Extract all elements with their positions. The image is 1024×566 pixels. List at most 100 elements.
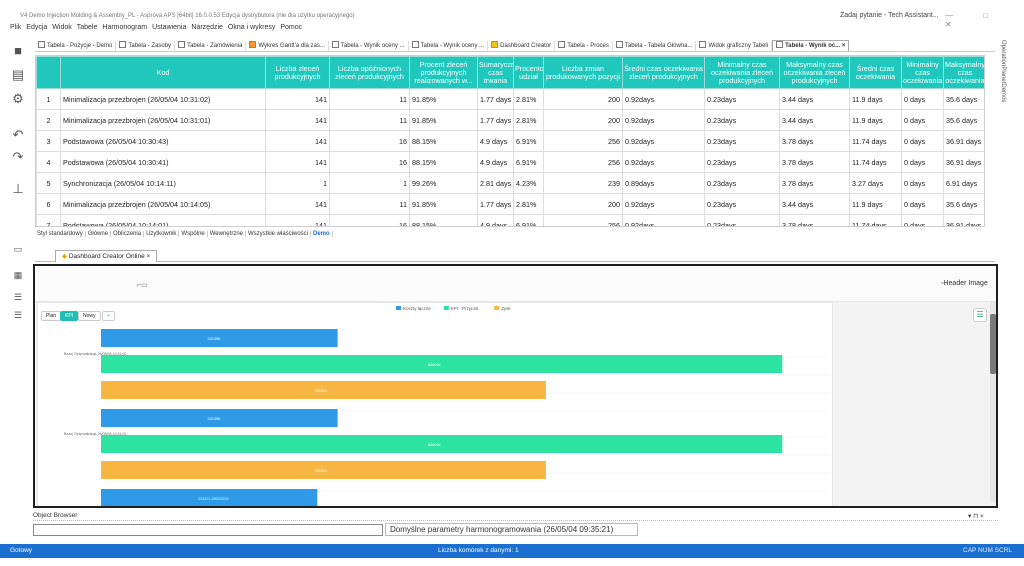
- table-cell[interactable]: 3.44 days: [779, 109, 850, 131]
- table-cell[interactable]: 3: [36, 130, 61, 152]
- table-cell[interactable]: Minimalizacja przezbrojen (26/05/04 10:3…: [60, 109, 266, 131]
- table-cell[interactable]: 0 days: [901, 130, 944, 152]
- table-cell[interactable]: 2.81 days: [477, 172, 514, 194]
- vertical-scrollbar[interactable]: [990, 302, 996, 502]
- document-tab[interactable]: Tabela - Zasoby: [116, 41, 176, 51]
- panel-icon[interactable]: ▭: [10, 242, 26, 256]
- property-tab[interactable]: Główne: [86, 231, 112, 237]
- table-cell[interactable]: 0.92days: [622, 214, 705, 226]
- table-cell[interactable]: 6: [36, 193, 61, 215]
- table-cell[interactable]: 6.91%: [513, 214, 544, 226]
- bar[interactable]: [101, 355, 783, 373]
- table-cell[interactable]: 0.23days: [704, 172, 780, 194]
- table-cell[interactable]: 16: [329, 151, 410, 173]
- menu-item[interactable]: Edycja: [26, 24, 47, 31]
- list-icon[interactable]: ☰: [10, 290, 26, 304]
- chart-settings-icon[interactable]: ☰: [973, 308, 987, 322]
- column-header[interactable]: Liczba opóźnionych zleceń produkcyjnych: [329, 56, 410, 89]
- table-cell[interactable]: 3.44 days: [779, 193, 850, 215]
- table-row[interactable]: 3 Podstawowa (26/05/04 10:30:43) 141 16 88.1…: [36, 130, 984, 152]
- table-cell[interactable]: 141: [265, 193, 330, 215]
- column-header[interactable]: Maksymalny czas oczekiwania zleceń produ…: [779, 56, 850, 89]
- table-cell[interactable]: Podstawowa (26/05/04 10:14:01): [60, 214, 266, 226]
- menu-item[interactable]: Tabele: [77, 24, 98, 31]
- table-cell[interactable]: 0 days: [901, 193, 944, 215]
- table-cell[interactable]: 11: [329, 109, 410, 131]
- undo-icon[interactable]: ↶: [10, 128, 26, 142]
- bar[interactable]: [101, 435, 783, 453]
- column-header[interactable]: Minimalny czas oczekiwania zleceń produk…: [704, 56, 780, 89]
- table-cell[interactable]: 3.78 days: [779, 130, 850, 152]
- table-cell[interactable]: 11.74 days: [849, 214, 902, 226]
- table-cell[interactable]: 0.23days: [704, 130, 780, 152]
- property-tab[interactable]: Demo: [311, 231, 333, 237]
- tab-dashboard-creator-online[interactable]: ◆ Dashboard Creator Online ×: [55, 250, 158, 262]
- table-cell[interactable]: 35.6 days: [943, 109, 984, 131]
- clipboard-icon[interactable]: ▤: [10, 68, 26, 82]
- table-cell[interactable]: 0 days: [901, 214, 944, 226]
- table-cell[interactable]: Synchronizacja (26/05/04 10:14:11): [60, 172, 266, 194]
- table-cell[interactable]: 4.23%: [513, 172, 544, 194]
- document-tab[interactable]: Wykres Gantt'a dla zas...: [246, 41, 329, 51]
- scrollbar-thumb[interactable]: [990, 314, 996, 374]
- table-cell[interactable]: 256: [543, 151, 623, 173]
- pin-icon[interactable]: ▾ ⊓ ×: [968, 512, 984, 520]
- table-cell[interactable]: 3.78 days: [779, 151, 850, 173]
- table-cell[interactable]: 99.26%: [409, 172, 478, 194]
- column-header[interactable]: Liczba zmian produkowanych pozycji: [543, 56, 623, 89]
- document-tab[interactable]: Tabela - Wynik oceny ...: [409, 41, 489, 51]
- column-header[interactable]: Procent zleceń produkcyjnych realizowany…: [409, 56, 478, 89]
- document-tab[interactable]: Tabela - Proces: [555, 41, 613, 51]
- table-cell[interactable]: 141: [265, 130, 330, 152]
- layout-icon[interactable]: ▦: [10, 268, 26, 282]
- table-cell[interactable]: 0.89days: [622, 172, 705, 194]
- column-header[interactable]: Średni czas oczekiwania zleceń produkcyj…: [622, 56, 705, 89]
- column-header[interactable]: Średni czas oczekiwania: [849, 56, 902, 89]
- table-cell[interactable]: 35.6 days: [943, 193, 984, 215]
- table-cell[interactable]: 16: [329, 214, 410, 226]
- table-cell[interactable]: 36.91 days: [943, 214, 984, 226]
- table-cell[interactable]: 256: [543, 130, 623, 152]
- table-cell[interactable]: 16: [329, 130, 410, 152]
- menu-item[interactable]: Plik: [10, 24, 21, 31]
- table-cell[interactable]: 88.15%: [409, 151, 478, 173]
- object-browser-input[interactable]: [33, 524, 383, 536]
- document-tab[interactable]: Tabela - Pozycje - Demo: [35, 41, 117, 51]
- table-cell[interactable]: 2.81%: [513, 193, 544, 215]
- results-table[interactable]: Kod Liczba zleceń produkcyjnych Liczba opó…: [35, 55, 985, 227]
- table-cell[interactable]: 91.85%: [409, 193, 478, 215]
- table-cell[interactable]: 36.91 days: [943, 130, 984, 152]
- document-tab[interactable]: Dashboard Creator: [488, 41, 556, 51]
- table-cell[interactable]: 4.9 days: [477, 130, 514, 152]
- table-cell[interactable]: 141: [265, 151, 330, 173]
- column-header[interactable]: [36, 56, 61, 89]
- schedule-params-item[interactable]: Domyślne parametry harmonogramowania (26…: [385, 523, 638, 536]
- document-tab[interactable]: Tabela - Zamówienia: [175, 41, 247, 51]
- table-cell[interactable]: 1.77 days: [477, 193, 514, 215]
- table-row[interactable]: 5 Synchronizacja (26/05/04 10:14:11) 1 1 99.…: [36, 172, 984, 194]
- save-icon[interactable]: ■: [10, 44, 26, 58]
- table-cell[interactable]: 6.91%: [513, 130, 544, 152]
- table-cell[interactable]: 0.23days: [704, 88, 780, 110]
- table-cell[interactable]: 1.77 days: [477, 88, 514, 110]
- table-cell[interactable]: 0 days: [901, 88, 944, 110]
- table-cell[interactable]: 35.6 days: [943, 88, 984, 110]
- document-tab[interactable]: Widok graficzny Tabeli: [696, 41, 773, 51]
- document-tab[interactable]: Tabela - Tabela Główna...: [613, 41, 697, 51]
- redo-icon[interactable]: ↷: [10, 150, 26, 164]
- table-cell[interactable]: Minimalizacja przezbrojen (26/05/04 10:3…: [60, 88, 266, 110]
- table-cell[interactable]: 0.92days: [622, 109, 705, 131]
- table-cell[interactable]: 141: [265, 214, 330, 226]
- table-cell[interactable]: 4.9 days: [477, 151, 514, 173]
- document-tab[interactable]: Tabela - Wynik oc... ×: [772, 40, 850, 51]
- table-cell[interactable]: 3.44 days: [779, 88, 850, 110]
- table-cell[interactable]: 2: [36, 109, 61, 131]
- table-cell[interactable]: 5: [36, 172, 61, 194]
- table-cell[interactable]: 0.23days: [704, 214, 780, 226]
- table-cell[interactable]: 11.74 days: [849, 130, 902, 152]
- table-cell[interactable]: 36.91 days: [943, 151, 984, 173]
- column-header[interactable]: Procentowy udział: [513, 56, 544, 89]
- table-cell[interactable]: 7: [36, 214, 61, 226]
- property-tab[interactable]: Obliczenia: [111, 231, 145, 237]
- table-cell[interactable]: Minimalizacja przezbrojen (26/05/04 10:1…: [60, 193, 266, 215]
